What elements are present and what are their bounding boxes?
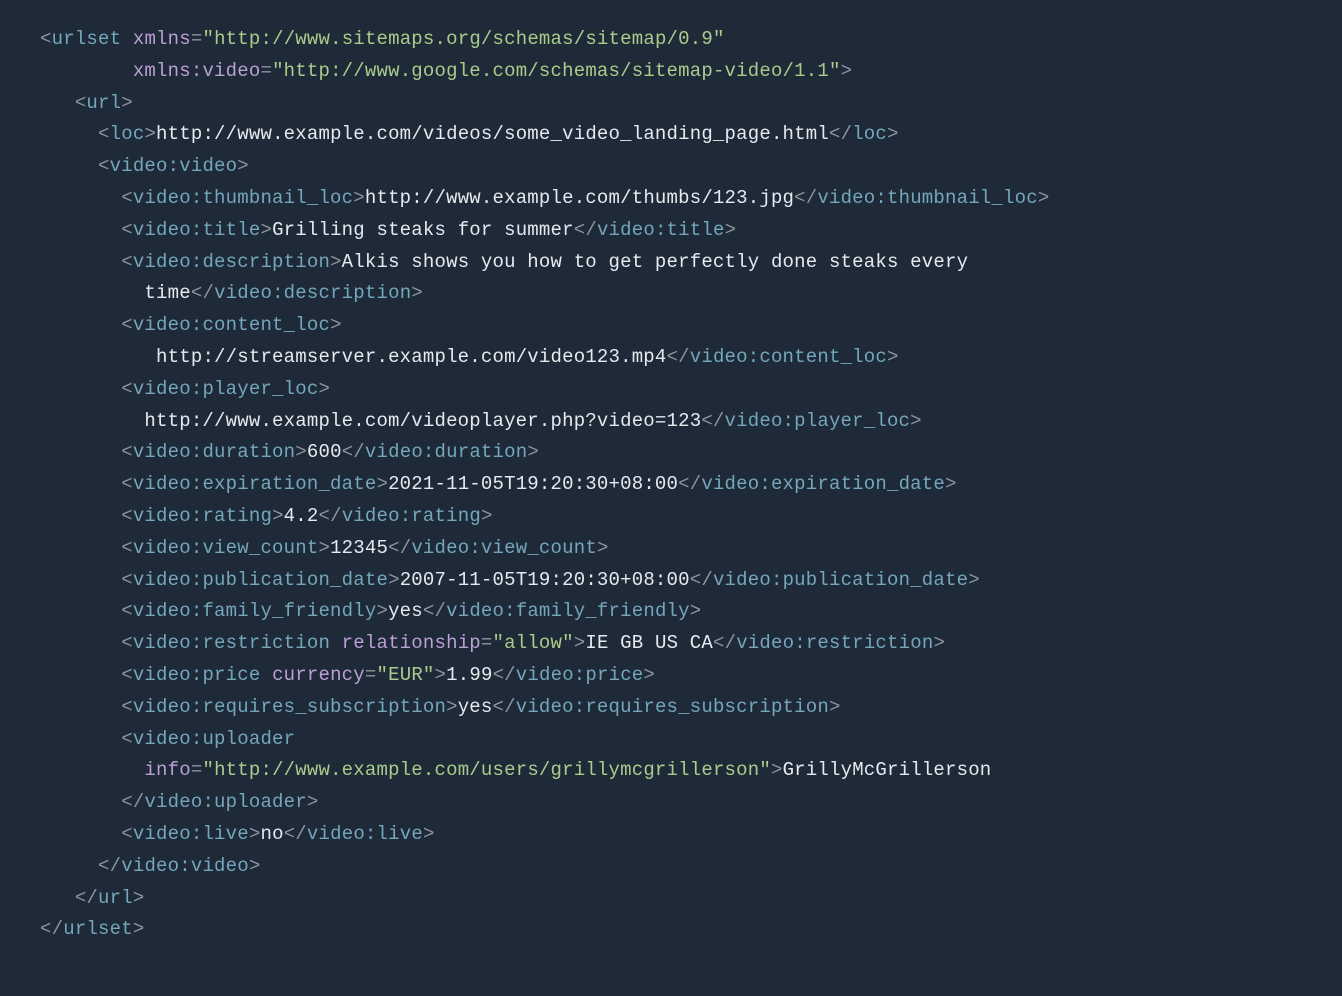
val-live: no	[260, 823, 283, 845]
tag-expiration-date: video:expiration_date	[133, 473, 377, 495]
attr-relationship: relationship	[342, 632, 481, 654]
tag-thumbnail-loc: video:thumbnail_loc	[133, 187, 353, 209]
val-content-loc: http://streamserver.example.com/video123…	[156, 346, 666, 368]
tag-video-title: video:title	[133, 219, 261, 241]
val-view-count: 12345	[330, 537, 388, 559]
val-xmlns-video: http://www.google.com/schemas/sitemap-vi…	[284, 60, 829, 82]
tag-video-description: video:description	[133, 251, 330, 273]
val-uploader: GrillyMcGrillerson	[783, 759, 992, 781]
val-thumbnail-loc: http://www.example.com/thumbs/123.jpg	[365, 187, 794, 209]
val-title: Grilling steaks for summer	[272, 219, 574, 241]
attr-currency: currency	[272, 664, 365, 686]
tag-content-loc: video:content_loc	[133, 314, 330, 336]
tag-publication-date: video:publication_date	[133, 569, 388, 591]
val-currency: EUR	[388, 664, 423, 686]
tag-price: video:price	[133, 664, 261, 686]
val-restriction: IE GB US CA	[585, 632, 713, 654]
tag-live: video:live	[133, 823, 249, 845]
tag-video-video: video:video	[110, 155, 238, 177]
val-publication-date: 2007-11-05T19:20:30+08:00	[400, 569, 690, 591]
val-description-2: time	[144, 282, 190, 304]
val-xmlns: http://www.sitemaps.org/schemas/sitemap/…	[214, 28, 713, 50]
tag-url: url	[86, 92, 121, 114]
attr-xmlns: xmlns	[133, 28, 191, 50]
tag-duration: video:duration	[133, 441, 295, 463]
tag-view-count: video:view_count	[133, 537, 319, 559]
attr-info: info	[144, 759, 190, 781]
tag-family-friendly: video:family_friendly	[133, 600, 377, 622]
val-expiration-date: 2021-11-05T19:20:30+08:00	[388, 473, 678, 495]
val-relationship: allow	[504, 632, 562, 654]
tag-rating: video:rating	[133, 505, 272, 527]
attr-xmlns-video: xmlns:video	[133, 60, 261, 82]
tag-requires-subscription: video:requires_subscription	[133, 696, 446, 718]
val-rating: 4.2	[284, 505, 319, 527]
tag-urlset: urlset	[52, 28, 122, 50]
val-uploader-info: http://www.example.com/users/grillymcgri…	[214, 759, 759, 781]
val-family-friendly: yes	[388, 600, 423, 622]
tag-loc: loc	[110, 123, 145, 145]
xml-code-block: <urlset xmlns="http://www.sitemaps.org/s…	[0, 0, 1342, 970]
val-player-loc: http://www.example.com/videoplayer.php?v…	[144, 410, 701, 432]
tag-restriction: video:restriction	[133, 632, 330, 654]
val-requires-subscription: yes	[458, 696, 493, 718]
val-duration: 600	[307, 441, 342, 463]
val-loc: http://www.example.com/videos/some_video…	[156, 123, 829, 145]
tag-uploader: video:uploader	[133, 728, 295, 750]
val-price: 1.99	[446, 664, 492, 686]
val-description-1: Alkis shows you how to get perfectly don…	[342, 251, 969, 273]
tag-player-loc: video:player_loc	[133, 378, 319, 400]
